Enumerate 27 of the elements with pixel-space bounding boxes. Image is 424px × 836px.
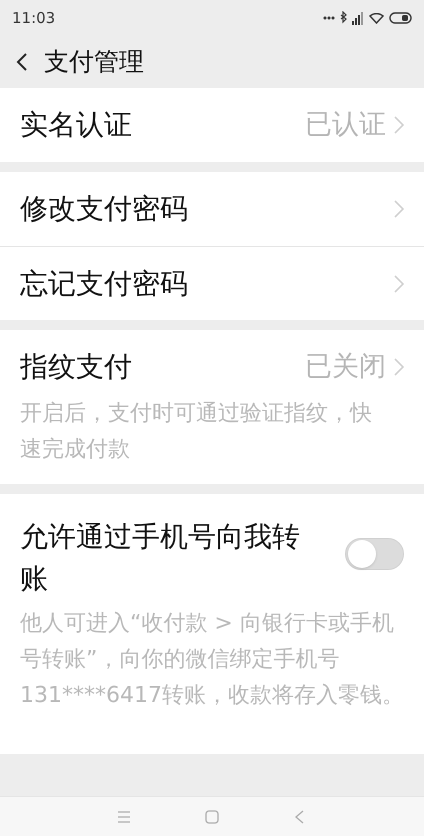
row-value: 已关闭 — [305, 350, 386, 384]
row-label: 指纹支付 — [20, 349, 133, 385]
toggle-switch[interactable] — [345, 538, 404, 570]
description-text: 开启后，支付时可通过验证指纹，快速完成付款 — [19, 400, 373, 464]
battery-icon — [389, 12, 412, 24]
description-text: 他人可进入“收付款 > 向银行卡或手机号转账”，向你的微信绑定手机号131****6417转账，收款将存入零钱。 — [19, 610, 405, 710]
chevron-right-icon — [394, 358, 404, 376]
more-dots-icon — [323, 16, 335, 20]
settings-row[interactable]: 修改支付密码 — [0, 172, 424, 246]
chevron-right-icon — [394, 116, 404, 134]
row-value: 已认证 — [305, 108, 386, 142]
wifi-icon — [369, 12, 384, 24]
signal-icon — [352, 12, 364, 24]
chevron-right-icon — [394, 200, 404, 218]
settings-row[interactable]: 实名认证 已认证 — [0, 88, 424, 162]
settings-row[interactable]: 忘记支付密码 — [0, 246, 424, 320]
status-time: 11:03 — [12, 8, 56, 29]
row-label: 修改支付密码 — [20, 191, 189, 227]
bluetooth-icon — [340, 11, 347, 25]
chevron-right-icon — [394, 274, 404, 292]
home-icon[interactable] — [205, 810, 219, 824]
row-label: 实名认证 — [20, 107, 133, 143]
row-label: 忘记支付密码 — [20, 266, 189, 302]
menu-icon[interactable] — [117, 810, 131, 822]
page-title: 支付管理 — [44, 46, 144, 78]
back-icon[interactable] — [16, 52, 28, 72]
toggle-label: 允许通过手机号向我转账 — [20, 519, 301, 597]
